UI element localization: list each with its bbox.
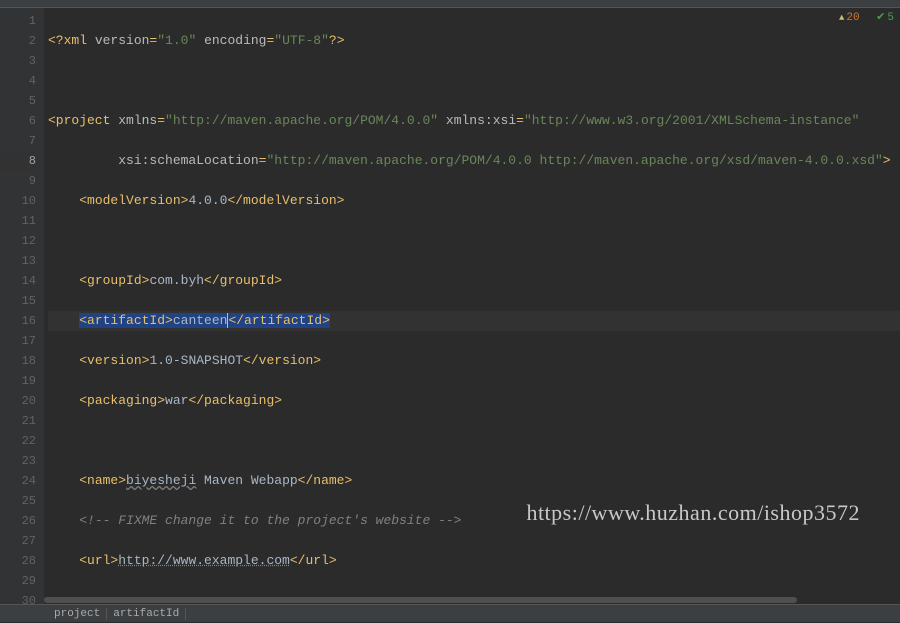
line-number: 17 <box>0 331 36 351</box>
tag: <project <box>48 113 118 128</box>
line-number: 11 <box>0 211 36 231</box>
line-number: 13 <box>0 251 36 271</box>
warnings-count: 20 <box>839 12 860 24</box>
tag: <groupId> <box>79 273 149 288</box>
code-line[interactable]: <packaging>war</packaging> <box>48 391 900 411</box>
code-line[interactable] <box>48 431 900 451</box>
code-editor[interactable]: 1 2 3 4 5 6 7 8 9 10 11 12 13 14 15 16 1… <box>0 8 900 608</box>
attr-value: "1.0" <box>157 33 196 48</box>
code-line[interactable]: <groupId>com.byh</groupId> <box>48 271 900 291</box>
line-number: 9 <box>0 171 36 191</box>
line-number: 28 <box>0 551 36 571</box>
line-number: 7 <box>0 131 36 151</box>
text: war <box>165 393 188 408</box>
line-number: 24 <box>0 471 36 491</box>
xml-pi: <?xml <box>48 33 95 48</box>
horizontal-scrollbar[interactable] <box>44 596 900 604</box>
code-line[interactable]: <name>biyesheji Maven Webapp</name> <box>48 471 900 491</box>
scrollbar-thumb[interactable] <box>44 597 797 603</box>
tag: <artifactId> <box>79 313 173 328</box>
breadcrumb-bar[interactable]: projectartifactId <box>0 604 900 622</box>
text: 1.0-SNAPSHOT <box>149 353 243 368</box>
line-number: 29 <box>0 571 36 591</box>
attr-value: "UTF-8" <box>274 33 329 48</box>
line-number: 2 <box>0 31 36 51</box>
code-line[interactable]: xsi:schemaLocation="http://maven.apache.… <box>48 151 900 171</box>
code-line[interactable] <box>48 231 900 251</box>
line-number: 22 <box>0 431 36 451</box>
text: 4.0.0 <box>188 193 227 208</box>
line-number: 3 <box>0 51 36 71</box>
line-number: 1 <box>0 11 36 31</box>
line-number: 26 <box>0 511 36 531</box>
editor-tabs-bar[interactable] <box>0 0 900 8</box>
ok-count: 5 <box>876 12 894 24</box>
tag: <modelVersion> <box>79 193 188 208</box>
text: Maven Webapp <box>196 473 297 488</box>
attr-value: "http://maven.apache.org/POM/4.0.0 http:… <box>266 153 882 168</box>
attr: xmlns <box>118 113 157 128</box>
line-number: 6 <box>0 111 36 131</box>
code-line[interactable]: <project xmlns="http://maven.apache.org/… <box>48 111 900 131</box>
text-selected: canteen <box>173 313 229 328</box>
attr: version <box>95 33 150 48</box>
line-number: 20 <box>0 391 36 411</box>
text: com.byh <box>149 273 204 288</box>
line-number: 21 <box>0 411 36 431</box>
attr: xsi:schemaLocation <box>118 153 258 168</box>
tag: <name> <box>79 473 126 488</box>
attr-value: "http://maven.apache.org/POM/4.0.0" <box>165 113 438 128</box>
line-number: 18 <box>0 351 36 371</box>
comment: <!-- FIXME change it to the project's we… <box>79 513 461 528</box>
line-number: 5 <box>0 91 36 111</box>
code-line-current[interactable]: <artifactId>canteen</artifactId> <box>48 311 900 331</box>
line-number: 23 <box>0 451 36 471</box>
line-number: 12 <box>0 231 36 251</box>
code-area[interactable]: <?xml version="1.0" encoding="UTF-8"?> <… <box>44 8 900 608</box>
inspection-status[interactable]: 20 5 <box>839 10 894 24</box>
code-line[interactable]: <?xml version="1.0" encoding="UTF-8"?> <box>48 31 900 51</box>
tag: <url> <box>79 553 118 568</box>
breadcrumb-item[interactable]: project <box>48 608 107 620</box>
tag: </name> <box>298 473 353 488</box>
tag: </modelVersion> <box>227 193 344 208</box>
line-number: 10 <box>0 191 36 211</box>
code-line[interactable]: <url>http://www.example.com</url> <box>48 551 900 571</box>
attr: encoding <box>204 33 266 48</box>
code-line[interactable]: <version>1.0-SNAPSHOT</version> <box>48 351 900 371</box>
breadcrumb-item[interactable]: artifactId <box>107 608 186 620</box>
attr: xmlns:xsi <box>446 113 516 128</box>
line-number: 25 <box>0 491 36 511</box>
code-line[interactable] <box>48 71 900 91</box>
xml-pi-close: ?> <box>329 33 345 48</box>
text: biyesheji <box>126 473 196 488</box>
tag: </groupId> <box>204 273 282 288</box>
text: http://www.example.com <box>118 553 290 568</box>
code-line[interactable]: <modelVersion>4.0.0</modelVersion> <box>48 191 900 211</box>
line-number: 16 <box>0 311 36 331</box>
tag: <packaging> <box>79 393 165 408</box>
tag-close: > <box>883 153 891 168</box>
line-number: 19 <box>0 371 36 391</box>
attr-value: "http://www.w3.org/2001/XMLSchema-instan… <box>524 113 859 128</box>
tag: </url> <box>290 553 337 568</box>
tag: </packaging> <box>188 393 282 408</box>
line-number: 8 <box>0 151 36 171</box>
line-number: 4 <box>0 71 36 91</box>
line-number-gutter: 1 2 3 4 5 6 7 8 9 10 11 12 13 14 15 16 1… <box>0 8 44 608</box>
line-number: 15 <box>0 291 36 311</box>
tag: </version> <box>243 353 321 368</box>
line-number: 14 <box>0 271 36 291</box>
tag: <version> <box>79 353 149 368</box>
code-line[interactable]: <!-- FIXME change it to the project's we… <box>48 511 900 531</box>
line-number: 27 <box>0 531 36 551</box>
tag: </artifactId> <box>228 313 329 328</box>
